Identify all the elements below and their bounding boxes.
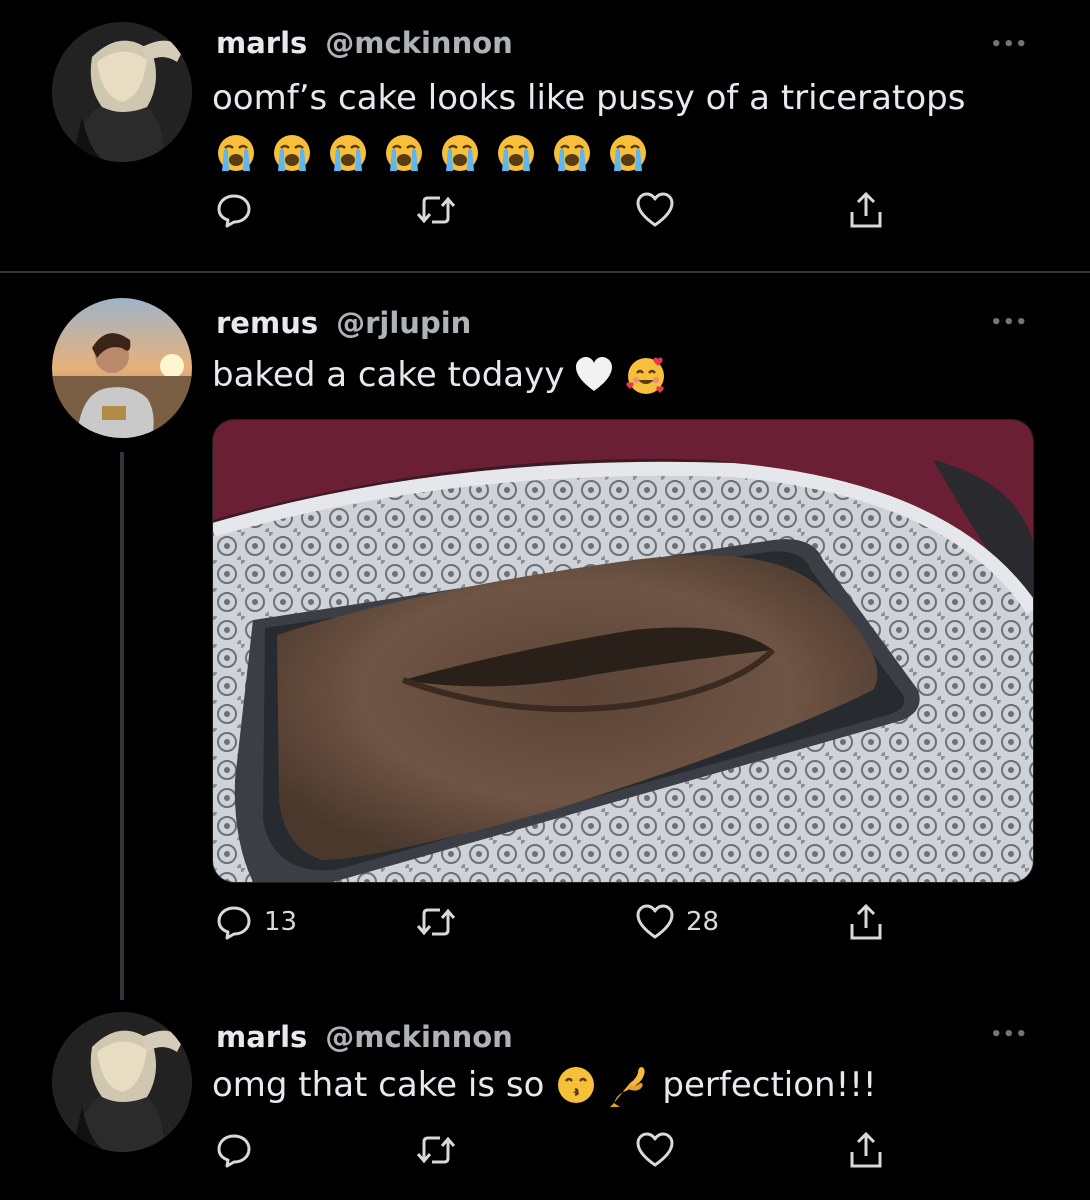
tweet-actions — [0, 1130, 1090, 1180]
avatar-image — [52, 298, 192, 438]
tweet-3[interactable]: marls @mckinnon ••• omg that cake is so — [0, 1000, 1090, 1200]
pinching-hand-icon — [608, 1063, 652, 1107]
reply-count: 13 — [264, 907, 298, 937]
display-name[interactable]: marls — [216, 1020, 307, 1054]
more-options-icon[interactable]: ••• — [990, 312, 1028, 333]
loudly-crying-face-icon — [326, 131, 370, 175]
tweet-header: remus @rjlupin — [216, 306, 471, 342]
loudly-crying-face-icon — [382, 131, 426, 175]
tweet-text: omg that cake is so perfection!!! — [212, 1063, 876, 1107]
tweet-header: marls @mckinnon — [216, 26, 513, 62]
share-icon — [850, 1131, 882, 1168]
kissing-face-with-smiling-eyes-icon — [554, 1063, 598, 1107]
tweet-text-after: perfection!!! — [662, 1065, 877, 1105]
white-heart-icon — [572, 353, 616, 397]
avatar[interactable] — [52, 22, 192, 162]
heart-icon — [636, 192, 674, 227]
retweet-button[interactable] — [414, 190, 458, 230]
more-options-icon[interactable]: ••• — [990, 34, 1028, 55]
retweet-icon — [416, 1136, 456, 1164]
reply-icon — [217, 906, 251, 940]
tweet-text: baked a cake todayy — [212, 353, 668, 397]
emoji-row — [214, 131, 650, 175]
share-icon — [850, 191, 882, 228]
loudly-crying-face-icon — [550, 131, 594, 175]
tweet-text: oomf’s cake looks like pussy of a tricer… — [212, 78, 965, 118]
thread-connector-line — [120, 452, 124, 1000]
tweet-text-content: baked a cake todayy — [212, 355, 565, 395]
share-icon — [850, 903, 882, 940]
reply-button[interactable] — [214, 190, 264, 230]
tweet-text-content: oomf’s cake looks like pussy of a tricer… — [212, 78, 966, 118]
loudly-crying-face-icon — [214, 131, 258, 175]
tweet-photo[interactable] — [212, 419, 1034, 883]
handle[interactable]: @mckinnon — [325, 1020, 513, 1054]
tweet-actions — [0, 190, 1090, 240]
reply-icon — [217, 1134, 251, 1168]
share-button[interactable] — [846, 1130, 886, 1172]
like-button[interactable]: 28 — [634, 902, 719, 942]
loudly-crying-face-icon — [270, 131, 314, 175]
like-count: 28 — [686, 907, 720, 937]
tweet-actions: 13 28 — [0, 902, 1090, 952]
loudly-crying-face-icon — [438, 131, 482, 175]
tweet-header: marls @mckinnon — [216, 1020, 513, 1056]
reply-button[interactable] — [214, 1130, 264, 1170]
tweet-2[interactable]: remus @rjlupin ••• baked a cake todayy 1… — [0, 273, 1090, 1000]
loudly-crying-face-icon — [494, 131, 538, 175]
heart-icon — [636, 1132, 674, 1167]
handle[interactable]: @rjlupin — [336, 306, 471, 340]
loudly-crying-face-icon — [606, 131, 650, 175]
reply-button[interactable]: 13 — [214, 902, 297, 942]
twitter-timeline: marls @mckinnon ••• oomf’s cake looks li… — [0, 0, 1090, 1200]
share-button[interactable] — [846, 190, 886, 232]
like-button[interactable] — [634, 190, 686, 230]
tweet-text-before: omg that cake is so — [212, 1065, 545, 1105]
heart-icon — [636, 904, 674, 939]
display-name[interactable]: marls — [216, 26, 307, 60]
smiling-face-with-hearts-icon — [624, 353, 668, 397]
display-name[interactable]: remus — [216, 306, 318, 340]
like-button[interactable] — [634, 1130, 686, 1170]
avatar[interactable] — [52, 298, 192, 438]
more-options-icon[interactable]: ••• — [990, 1024, 1028, 1045]
avatar-image — [52, 22, 192, 162]
tweet-1[interactable]: marls @mckinnon ••• oomf’s cake looks li… — [0, 0, 1090, 271]
cake-photo — [213, 420, 1033, 882]
share-button[interactable] — [846, 902, 886, 944]
handle[interactable]: @mckinnon — [325, 26, 513, 60]
reply-icon — [217, 194, 251, 228]
retweet-icon — [416, 196, 456, 224]
retweet-button[interactable] — [414, 902, 458, 942]
retweet-button[interactable] — [414, 1130, 458, 1170]
retweet-icon — [416, 908, 456, 936]
